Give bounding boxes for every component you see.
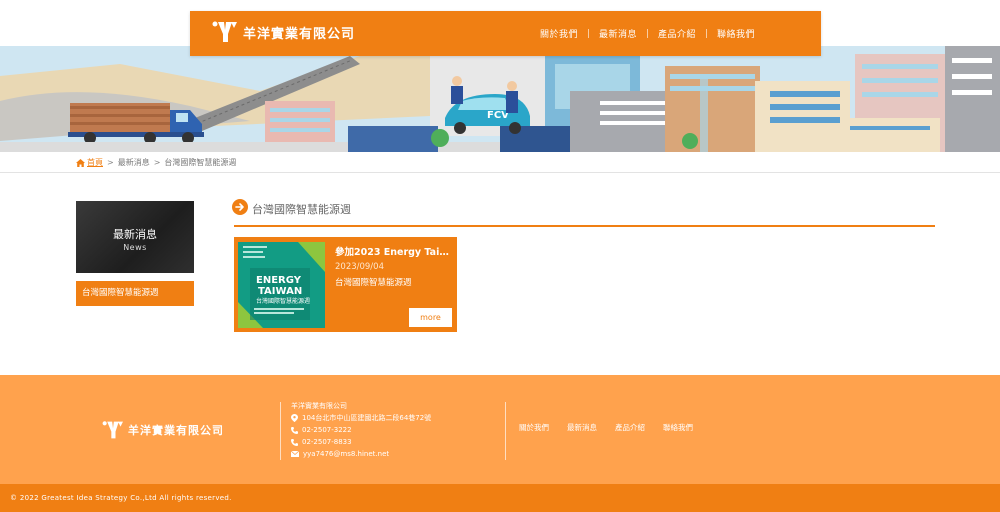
site-footer: 羊洋實業有限公司 羊洋實業有限公司 104台北市中山區建國北路二段64巷72號 … <box>0 375 1000 484</box>
site-logo[interactable]: 羊洋實業有限公司 <box>212 20 355 44</box>
breadcrumb-news[interactable]: 最新消息 <box>118 157 150 168</box>
footer-nav-about[interactable]: 關於我們 <box>519 422 549 433</box>
nav-products[interactable]: 產品介紹 <box>658 27 696 40</box>
footer-email[interactable]: yya7476@ms8.hinet.net <box>291 448 431 460</box>
news-title[interactable]: 參加2023 Energy Taiwan台灣國際智慧能源週 <box>335 244 450 258</box>
title-underline <box>234 225 935 227</box>
site-header: 羊洋實業有限公司 關於我們 最新消息 產品介紹 聯絡我們 <box>190 11 821 56</box>
breadcrumb: 首頁 > 最新消息 > 台灣國際智慧能源週 <box>76 157 236 168</box>
footer-nav-news[interactable]: 最新消息 <box>567 422 597 433</box>
thumb-subtitle: 台灣國際智慧能源週 <box>256 297 310 305</box>
footer-company-name: 羊洋實業有限公司 <box>128 424 224 437</box>
copyright-bar: © 2022 Greatest Idea Strategy Co.,Ltd Al… <box>0 484 1000 512</box>
banner-fcv-label: FCV <box>487 110 509 121</box>
breadcrumb-current: 台灣國際智慧能源週 <box>164 158 237 167</box>
footer-nav-contact[interactable]: 聯絡我們 <box>663 422 693 433</box>
footer-divider <box>280 402 281 460</box>
footer-info-title: 羊洋實業有限公司 <box>291 402 347 410</box>
home-icon <box>76 158 85 167</box>
nav-contact[interactable]: 聯絡我們 <box>717 27 755 40</box>
nav-divider <box>587 29 589 38</box>
breadcrumb-home-label: 首頁 <box>87 158 103 167</box>
footer-nav: 關於我們 最新消息 產品介紹 聯絡我們 <box>519 422 711 433</box>
logo-icon <box>102 421 123 439</box>
footer-divider <box>505 402 506 460</box>
footer-address: 104台北市中山區建國北路二段64巷72號 <box>291 412 431 424</box>
logo-icon <box>212 21 237 42</box>
chevron-right-icon: > <box>153 158 161 167</box>
news-thumbnail[interactable]: ENERGY TAIWAN 台灣國際智慧能源週 <box>238 242 325 328</box>
nav-news[interactable]: 最新消息 <box>599 27 637 40</box>
sidebar-subtitle: News <box>123 243 147 252</box>
energy-taiwan-image: ENERGY TAIWAN 台灣國際智慧能源週 <box>238 242 325 328</box>
breadcrumb-home[interactable]: 首頁 <box>76 157 103 168</box>
footer-phone-1[interactable]: 02-2507-3222 <box>291 424 431 436</box>
city-illustration: FCV <box>0 46 1000 152</box>
news-summary: 台灣國際智慧能源週 <box>335 278 412 288</box>
news-date: 2023/09/04 <box>335 262 384 272</box>
chevron-right-icon: > <box>107 158 114 167</box>
hero-banner: FCV <box>0 46 1000 152</box>
location-pin-icon <box>291 414 298 422</box>
more-button[interactable]: more <box>409 308 452 327</box>
phone-icon <box>291 426 298 434</box>
mail-icon <box>291 451 299 457</box>
company-name: 羊洋實業有限公司 <box>243 26 356 42</box>
arrow-right-circle-icon <box>232 199 248 215</box>
page-title: 台灣國際智慧能源週 <box>252 203 351 216</box>
footer-phone-2[interactable]: 02-2507-8833 <box>291 436 431 448</box>
footer-nav-products[interactable]: 產品介紹 <box>615 422 645 433</box>
sidebar-header: 最新消息 News <box>76 201 194 273</box>
breadcrumb-divider <box>0 172 1000 173</box>
nav-divider <box>705 29 707 38</box>
phone-icon <box>291 438 298 446</box>
thumb-title-2: TAIWAN <box>258 286 302 297</box>
main-nav: 關於我們 最新消息 產品介紹 聯絡我們 <box>540 27 755 40</box>
footer-logo[interactable]: 羊洋實業有限公司 <box>102 420 224 440</box>
footer-contact-info: 羊洋實業有限公司 104台北市中山區建國北路二段64巷72號 02-2507-3… <box>291 400 431 460</box>
nav-divider <box>646 29 648 38</box>
sidebar-item-energy-week[interactable]: 台灣國際智慧能源週 <box>76 281 194 306</box>
thumb-title: ENERGY <box>256 275 302 286</box>
news-card[interactable]: ENERGY TAIWAN 台灣國際智慧能源週 參加2023 Energy Ta… <box>234 237 457 332</box>
nav-about[interactable]: 關於我們 <box>540 27 578 40</box>
sidebar-title: 最新消息 <box>113 228 157 241</box>
